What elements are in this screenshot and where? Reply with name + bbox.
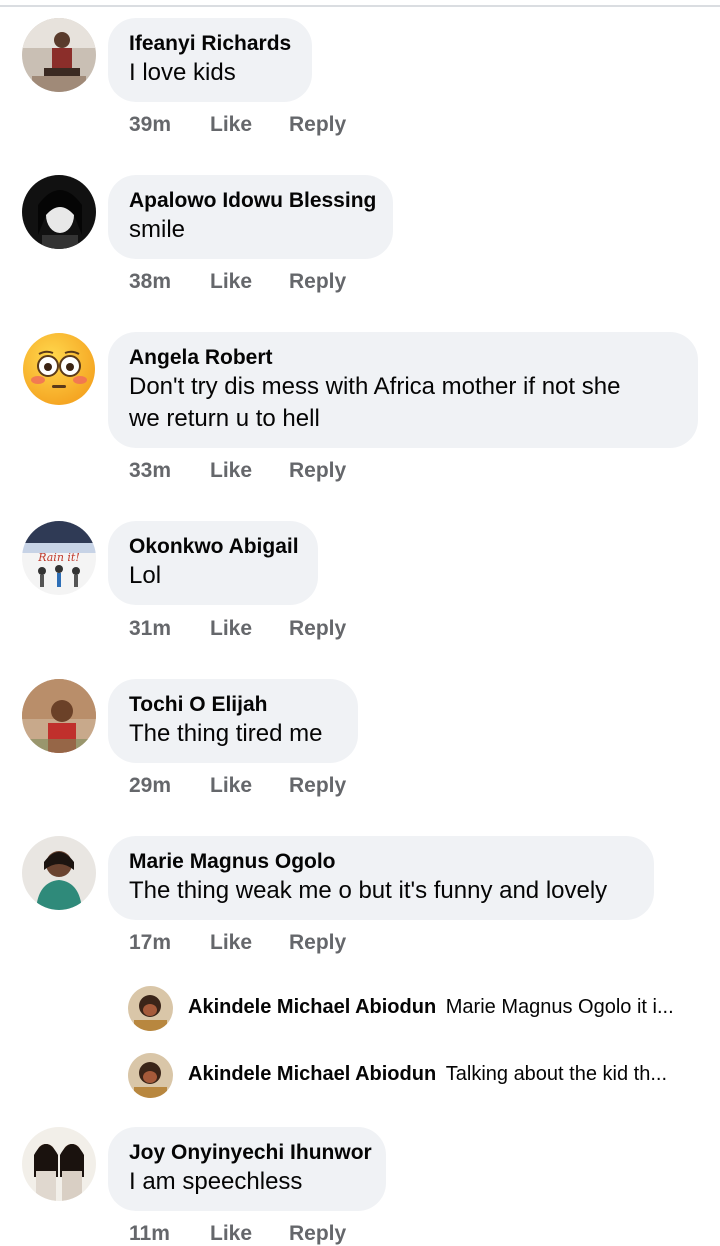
flushed-emoji-avatar[interactable] — [22, 332, 96, 406]
comment-timestamp[interactable]: 17m — [129, 931, 210, 955]
reply-button[interactable]: Reply — [289, 270, 346, 294]
comment-actions: 33m Like Reply — [129, 459, 346, 483]
comment-bubble: Apalowo Idowu Blessing smile — [108, 175, 393, 259]
two-women-photo-avatar[interactable] — [22, 1127, 96, 1201]
like-button[interactable]: Like — [210, 270, 289, 294]
comment-actions: 29m Like Reply — [129, 774, 346, 798]
like-button[interactable]: Like — [210, 1222, 289, 1246]
comment-author[interactable]: Okonkwo Abigail — [129, 534, 299, 560]
comment-actions: 17m Like Reply — [129, 931, 346, 955]
person-photo-avatar[interactable] — [22, 18, 96, 92]
comment-author[interactable]: Marie Magnus Ogolo — [129, 849, 632, 875]
like-button[interactable]: Like — [210, 931, 289, 955]
like-button[interactable]: Like — [210, 617, 289, 641]
reply-button[interactable]: Reply — [289, 774, 346, 798]
comment-bubble: Okonkwo Abigail Lol — [108, 521, 318, 605]
reply-author-avatar[interactable] — [128, 986, 173, 1031]
comment-timestamp[interactable]: 31m — [129, 617, 210, 641]
comment-timestamp[interactable]: 11m — [129, 1222, 210, 1246]
comment-bubble: Joy Onyinyechi Ihunwor I am speechless — [108, 1127, 386, 1211]
comment-bubble: Angela Robert Don't try dis mess with Af… — [108, 332, 698, 448]
like-button[interactable]: Like — [210, 113, 289, 137]
reply-preview[interactable]: Akindele Michael Abiodun Marie Magnus Og… — [128, 986, 708, 1034]
comment-author[interactable]: Apalowo Idowu Blessing — [129, 188, 376, 214]
comment-text: I love kids — [129, 59, 236, 86]
like-button[interactable]: Like — [210, 459, 289, 483]
svg-text:Rain it!: Rain it! — [37, 551, 80, 564]
reply-author[interactable]: Akindele Michael Abiodun — [188, 1063, 436, 1085]
reply-preview[interactable]: Akindele Michael Abiodun Talking about t… — [128, 1053, 708, 1101]
comment-timestamp[interactable]: 38m — [129, 270, 210, 294]
comment-author[interactable]: Joy Onyinyechi Ihunwor — [129, 1140, 372, 1166]
like-button[interactable]: Like — [210, 774, 289, 798]
comment-actions: 31m Like Reply — [129, 617, 346, 641]
comment-author[interactable]: Ifeanyi Richards — [129, 31, 291, 57]
reply-author-avatar[interactable] — [128, 1053, 173, 1098]
comment-actions: 39m Like Reply — [129, 113, 346, 137]
reply-author[interactable]: Akindele Michael Abiodun — [188, 996, 436, 1018]
comment-timestamp[interactable]: 33m — [129, 459, 210, 483]
reply-button[interactable]: Reply — [289, 617, 346, 641]
top-divider — [0, 5, 720, 7]
comment-timestamp[interactable]: 39m — [129, 113, 210, 137]
woman-bw-photo-avatar[interactable] — [22, 175, 96, 249]
comment-actions: 11m Like Reply — [129, 1222, 346, 1246]
reply-text: Talking about the kid th... — [445, 1063, 667, 1085]
comment-timestamp[interactable]: 29m — [129, 774, 210, 798]
cartoon-graphic-avatar[interactable]: Rain it! — [22, 521, 96, 595]
comment-author[interactable]: Angela Robert — [129, 345, 676, 371]
woman-photo-avatar[interactable] — [22, 836, 96, 910]
comment-text: I am speechless — [129, 1168, 303, 1195]
reply-text: Marie Magnus Ogolo it i... — [445, 996, 674, 1018]
reply-button[interactable]: Reply — [289, 1222, 346, 1246]
man-photo-avatar[interactable] — [22, 679, 96, 753]
reply-button[interactable]: Reply — [289, 459, 346, 483]
comment-text: The thing tired me — [129, 720, 323, 747]
comment-text: Lol — [129, 562, 162, 589]
comment-actions: 38m Like Reply — [129, 270, 346, 294]
comment-text-line-2: we return u to hell — [129, 405, 320, 432]
reply-button[interactable]: Reply — [289, 931, 346, 955]
comment-text: Don't try dis mess with Africa mother if… — [129, 373, 621, 400]
comment-text: smile — [129, 216, 186, 243]
comment-bubble: Ifeanyi Richards I love kids — [108, 18, 312, 102]
reply-button[interactable]: Reply — [289, 113, 346, 137]
comment-bubble: Marie Magnus Ogolo The thing weak me o b… — [108, 836, 654, 920]
comment-text: The thing weak me o but it's funny and l… — [129, 877, 608, 904]
comment-bubble: Tochi O Elijah The thing tired me — [108, 679, 358, 763]
comment-author[interactable]: Tochi O Elijah — [129, 692, 336, 718]
